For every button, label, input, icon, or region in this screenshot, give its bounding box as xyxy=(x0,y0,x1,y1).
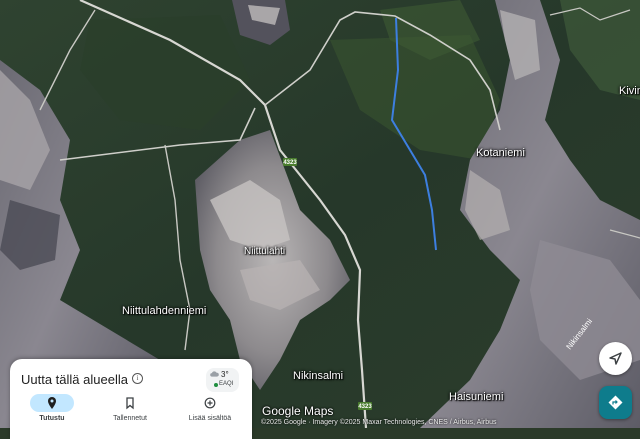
air-quality-label: EAQI xyxy=(219,380,234,387)
info-icon[interactable]: i xyxy=(132,373,143,384)
tab-label: Lisää sisältöä xyxy=(188,415,232,422)
tab-label: Tallennetut xyxy=(113,415,147,422)
add-circle-icon xyxy=(204,397,216,409)
weather-temperature: 3° xyxy=(221,370,229,379)
navigation-arrow-icon xyxy=(609,352,622,365)
road-shield-4323-south: 4323 xyxy=(358,402,372,410)
bookmark-icon xyxy=(126,397,134,410)
place-label-nikinsalmi[interactable]: Nikinsalmi xyxy=(293,370,343,382)
tab-contribute[interactable]: Lisää sisältöä xyxy=(173,393,253,429)
air-quality-dot xyxy=(214,383,218,387)
cloud-icon xyxy=(210,371,219,377)
directions-button[interactable] xyxy=(599,386,632,419)
place-label-haisuniemi[interactable]: Haisuniemi xyxy=(449,391,503,403)
place-label-kotaniemi[interactable]: Kotaniemi xyxy=(476,147,525,159)
place-label-niittulahti[interactable]: Niittulahti xyxy=(244,246,285,257)
tab-explore[interactable]: Tutustu xyxy=(15,393,95,429)
tab-label: Tutustu xyxy=(39,415,65,422)
place-label-niittulahdenniemi[interactable]: Niittulahdenniemi xyxy=(122,305,206,317)
road-shield-4323-north: 4323 xyxy=(283,158,297,166)
explore-bottom-sheet[interactable]: Uutta tällä alueella i 3° EAQI Tutustu T… xyxy=(10,359,252,439)
my-location-button[interactable] xyxy=(599,342,632,375)
place-label-kivin[interactable]: Kivin xyxy=(619,85,640,97)
sheet-title: Uutta tällä alueella xyxy=(21,372,128,387)
attribution-text[interactable]: ©2025 Google · Imagery ©2025 Maxar Techn… xyxy=(261,419,496,426)
svg-text:4323: 4323 xyxy=(358,404,372,410)
svg-text:4323: 4323 xyxy=(283,160,297,166)
google-maps-logo: Google Maps xyxy=(262,404,334,418)
tab-saved[interactable]: Tallennetut xyxy=(93,393,173,429)
weather-chip[interactable]: 3° EAQI xyxy=(206,368,239,392)
location-pin-icon xyxy=(48,397,56,409)
directions-icon xyxy=(608,395,623,410)
